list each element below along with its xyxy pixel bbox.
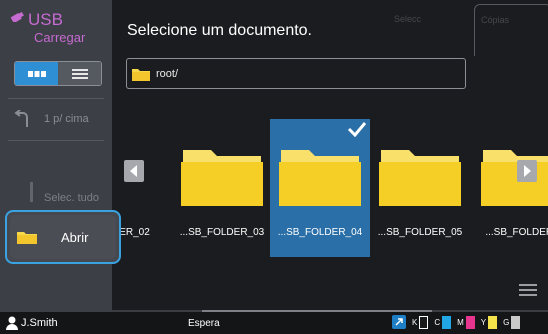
menu-button[interactable]	[514, 277, 542, 303]
folder-item-selected[interactable]: ...SB_FOLDER_04	[270, 119, 370, 257]
folder-name: ...SB_FOLDER_	[485, 227, 548, 238]
folder-icon	[481, 150, 548, 206]
toner-g: G	[503, 315, 521, 329]
folder-item[interactable]: ...SB_FOLDER_	[472, 119, 548, 257]
toner-bar	[511, 315, 521, 329]
tab-copies-label: Cópias	[481, 15, 510, 25]
toner-m: M	[457, 315, 475, 329]
toner-bar	[465, 315, 475, 329]
tab-copies[interactable]: Cópias	[474, 4, 548, 56]
folder-icon	[181, 150, 263, 206]
folder-item[interactable]: ...SB_FOLDER_05	[370, 119, 470, 257]
list-view-button[interactable]	[58, 62, 101, 85]
mode-title: USB Carregar	[6, 8, 110, 52]
toner-levels: K C M Y G	[392, 315, 521, 329]
grid-view-icon	[27, 70, 46, 77]
page-title: Selecione um documento.	[127, 22, 312, 39]
up-one-level-label: 1 p/ cima	[44, 113, 89, 125]
folder-name: ...SB_FOLDER_04	[277, 227, 363, 238]
select-all-button[interactable]: Selec. tudo	[44, 188, 110, 208]
user-name: J.Smith	[21, 317, 58, 329]
up-one-level-button[interactable]: 1 p/ cima	[14, 106, 104, 132]
arrow-left-icon	[130, 165, 137, 177]
mode-subtitle: Carregar	[34, 30, 86, 45]
tab-select[interactable]: Selecc	[394, 14, 421, 24]
toner-bar	[488, 315, 498, 329]
folder-name: ...SB_FOLDER_03	[179, 227, 265, 238]
arrow-right-icon	[524, 165, 531, 177]
toner-y: Y	[481, 315, 498, 329]
status-bar: J.Smith Espera K C M Y G	[0, 312, 548, 334]
connection-icon	[392, 315, 406, 329]
folder-item[interactable]: ...SB_FOLDER_03	[172, 119, 272, 257]
toner-c: C	[434, 315, 452, 329]
list-view-icon	[71, 68, 88, 79]
usb-stick-icon	[10, 12, 24, 22]
folder-icon	[132, 68, 150, 81]
select-all-indicator	[30, 182, 33, 202]
user-icon	[6, 316, 18, 330]
main-panel: Selecione um documento. Selecc Cópias ro…	[112, 0, 548, 312]
view-toggle	[14, 61, 102, 86]
path-field[interactable]: root/	[126, 58, 466, 89]
toner-bar	[419, 315, 429, 329]
folder-icon	[379, 150, 461, 206]
scroll-right-button[interactable]	[517, 160, 537, 182]
open-button[interactable]: Abrir	[5, 210, 121, 264]
scroll-left-button[interactable]	[124, 160, 144, 182]
toner-k: K	[412, 315, 429, 329]
check-icon	[347, 122, 367, 137]
grid-view-button[interactable]	[15, 62, 58, 85]
sidebar: USB Carregar 1 p/ cima Selec. tudo	[0, 0, 112, 312]
hamburger-menu-icon	[519, 284, 537, 296]
sidebar-divider	[8, 140, 104, 141]
sidebar-divider	[8, 98, 104, 99]
folder-icon	[279, 150, 361, 206]
user-indicator[interactable]: J.Smith	[6, 316, 58, 330]
up-arrow-icon	[14, 110, 28, 127]
mode-name: USB	[28, 10, 63, 29]
path-text: root/	[156, 67, 179, 80]
folder-grid: DER_02 ...SB_FOLDER_03 ...SB_FOLDER_04 .…	[112, 119, 548, 259]
machine-status: Espera	[188, 318, 220, 329]
select-all-label: Selec. tudo	[44, 192, 100, 204]
toner-bar	[442, 315, 452, 329]
folder-name: ...SB_FOLDER_05	[377, 227, 463, 238]
open-button-label: Abrir	[61, 229, 89, 245]
folder-icon	[17, 232, 37, 244]
